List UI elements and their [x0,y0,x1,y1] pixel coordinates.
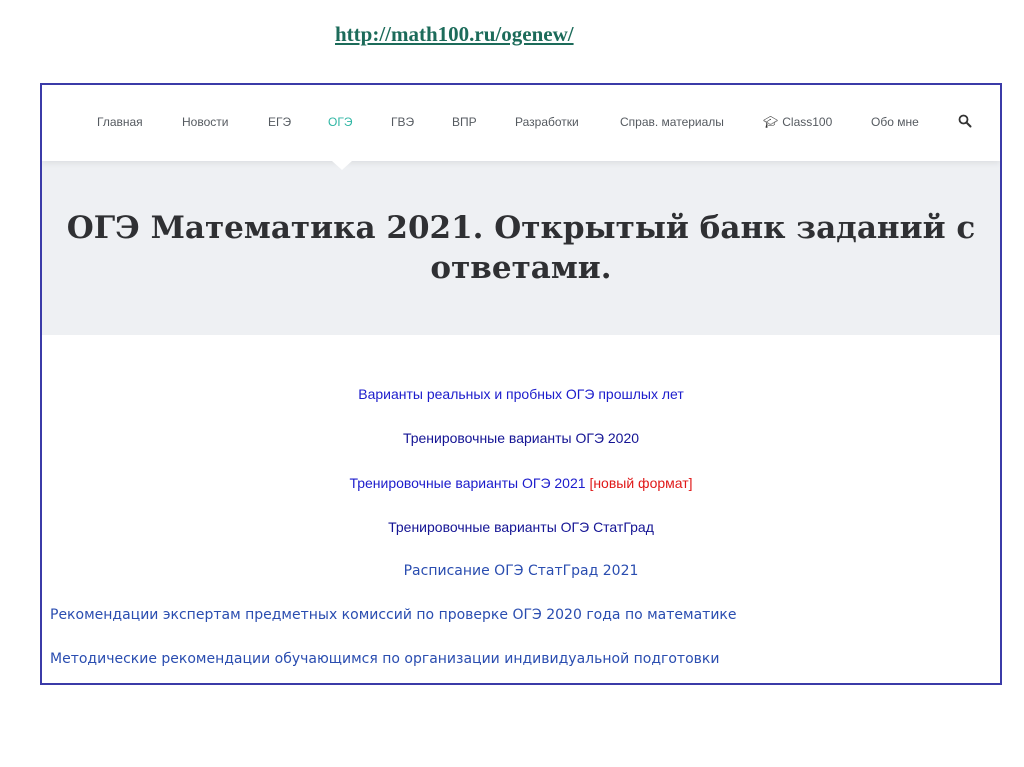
link-statgrad-variants[interactable]: Тренировочные варианты ОГЭ СтатГрад [42,519,1000,535]
nav-item-reference-materials[interactable]: Справ. материалы [620,115,724,129]
website-screenshot: Главная Новости ЕГЭ ОГЭ ГВЭ ВПР Разработ… [40,83,1002,685]
page-header-banner: ОГЭ Математика 2021. Открытый банк задан… [42,161,1000,335]
links-list: Варианты реальных и пробных ОГЭ прошлых … [42,335,1000,683]
presentation-slide: http://math100.ru/ogenew/ Главная Новост… [0,0,1024,767]
nav-item-ege[interactable]: ЕГЭ [268,115,291,129]
link-training-variants-2021[interactable]: Тренировочные варианты ОГЭ 2021 [новый ф… [42,475,1000,491]
nav-item-developments[interactable]: Разработки [515,115,579,129]
nav-item-class100[interactable]: 🎓︎ Class100 [763,115,832,129]
new-format-label: [новый формат] [589,475,693,491]
link-statgrad-schedule[interactable]: Расписание ОГЭ СтатГрад 2021 [42,563,1000,579]
graduation-cap-icon: 🎓︎ [763,115,779,129]
nav-item-news[interactable]: Новости [182,115,228,129]
active-tab-pointer [332,161,352,170]
source-url-link[interactable]: http://math100.ru/ogenew/ [335,22,574,47]
link-training-variants-2021-text: Тренировочные варианты ОГЭ 2021 [349,475,590,491]
nav-item-about[interactable]: Обо мне [871,115,919,129]
nav-item-class100-label: Class100 [782,115,833,129]
nav-item-vpr[interactable]: ВПР [452,115,477,129]
link-training-variants-2020[interactable]: Тренировочные варианты ОГЭ 2020 [42,430,1000,446]
search-icon[interactable] [958,114,972,128]
nav-item-oge[interactable]: ОГЭ [328,115,352,129]
nav-item-gve[interactable]: ГВЭ [391,115,414,129]
page-title: ОГЭ Математика 2021. Открытый банк задан… [66,210,976,286]
link-expert-recommendations[interactable]: Рекомендации экспертам предметных комисс… [42,607,1000,623]
link-methodical-recommendations[interactable]: Методические рекомендации обучающимся по… [42,651,1000,667]
link-past-oge-variants[interactable]: Варианты реальных и пробных ОГЭ прошлых … [42,386,1000,402]
nav-item-home[interactable]: Главная [97,115,143,129]
top-navigation-bar: Главная Новости ЕГЭ ОГЭ ГВЭ ВПР Разработ… [42,85,1000,161]
